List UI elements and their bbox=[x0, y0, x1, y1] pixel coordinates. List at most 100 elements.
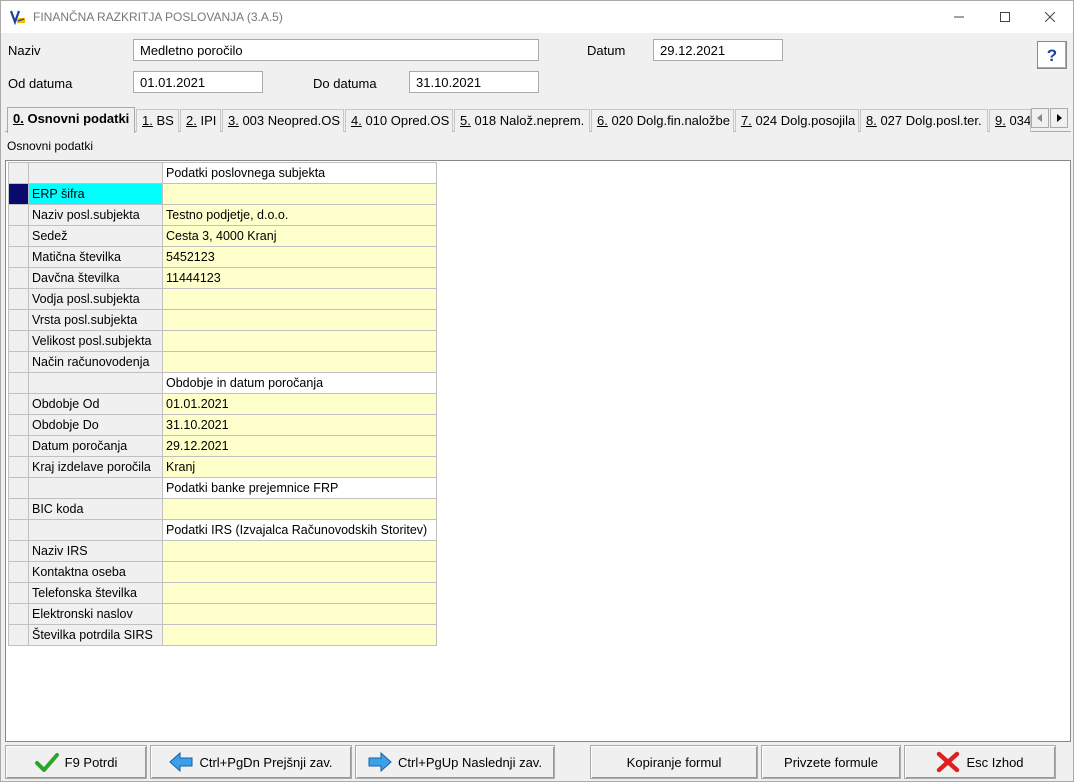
row-indicator[interactable] bbox=[8, 519, 29, 541]
grid-name-cell bbox=[28, 477, 163, 499]
main-window: FINANČNA RAZKRITJA POSLOVANJA (3.A.5) Na… bbox=[0, 0, 1074, 782]
default-formulas-label: Privzete formule bbox=[784, 754, 878, 770]
grid-name-cell: Vrsta posl.subjekta bbox=[28, 309, 163, 331]
row-indicator[interactable] bbox=[8, 456, 29, 478]
grid-name-cell: BIC koda bbox=[28, 498, 163, 520]
grid-value-cell[interactable] bbox=[162, 330, 437, 352]
grid-row: Elektronski naslov bbox=[8, 603, 437, 625]
grid-row: Obdobje Od 01.01.2021 bbox=[8, 393, 437, 415]
row-indicator[interactable] bbox=[8, 183, 29, 205]
grid-row: Telefonska številka bbox=[8, 582, 437, 604]
tab-ipi[interactable]: 2. IPI bbox=[180, 109, 221, 132]
tab-scroll-right-button[interactable] bbox=[1050, 108, 1068, 128]
arrow-right-icon bbox=[1057, 114, 1062, 122]
close-button[interactable] bbox=[1027, 1, 1073, 33]
grid-value-cell[interactable]: Testno podjetje, d.o.o. bbox=[162, 204, 437, 226]
row-indicator[interactable] bbox=[8, 372, 29, 394]
default-formulas-button[interactable]: Privzete formule bbox=[761, 745, 901, 779]
grid-value-cell[interactable] bbox=[162, 183, 437, 205]
row-indicator[interactable] bbox=[8, 225, 29, 247]
grid-value-cell[interactable] bbox=[162, 603, 437, 625]
row-indicator[interactable] bbox=[8, 330, 29, 352]
row-indicator[interactable] bbox=[8, 624, 29, 646]
row-indicator[interactable] bbox=[8, 603, 29, 625]
help-button[interactable]: ? bbox=[1037, 41, 1067, 69]
copy-formulas-button[interactable]: Kopiranje formul bbox=[590, 745, 758, 779]
data-grid-pane: Podatki poslovnega subjekta ERP šifra Naz… bbox=[5, 160, 1071, 742]
next-record-button[interactable]: Ctrl+PgUp Naslednji zav. bbox=[355, 745, 555, 779]
grid-value-cell[interactable]: 01.01.2021 bbox=[162, 393, 437, 415]
grid-header-cell: Podatki poslovnega subjekta bbox=[162, 162, 437, 184]
row-indicator[interactable] bbox=[8, 204, 29, 226]
naziv-label: Naziv bbox=[8, 43, 41, 58]
tab-003-neopred-os[interactable]: 3. 003 Neopred.OS bbox=[222, 109, 344, 132]
minimize-icon bbox=[954, 16, 964, 18]
row-indicator[interactable] bbox=[8, 288, 29, 310]
grid-value-cell[interactable] bbox=[162, 309, 437, 331]
row-indicator[interactable] bbox=[8, 246, 29, 268]
copy-formulas-label: Kopiranje formul bbox=[626, 754, 722, 770]
grid-value-cell[interactable]: 5452123 bbox=[162, 246, 437, 268]
datum-field[interactable]: 29.12.2021 bbox=[653, 39, 783, 61]
section-caption: Osnovni podatki bbox=[7, 139, 94, 153]
grid-value-cell[interactable] bbox=[162, 624, 437, 646]
grid-value-cell[interactable]: Kranj bbox=[162, 456, 437, 478]
exit-button[interactable]: Esc Izhod bbox=[904, 745, 1056, 779]
grid-value-cell[interactable]: Cesta 3, 4000 Kranj bbox=[162, 225, 437, 247]
grid-value-cell[interactable]: 29.12.2021 bbox=[162, 435, 437, 457]
naziv-field[interactable]: Medletno poročilo bbox=[133, 39, 539, 61]
grid-row: Vrsta posl.subjekta bbox=[8, 309, 437, 331]
do-datuma-label: Do datuma bbox=[313, 76, 377, 91]
grid-value-cell[interactable] bbox=[162, 561, 437, 583]
confirm-button[interactable]: F9 Potrdi bbox=[5, 745, 147, 779]
row-indicator[interactable] bbox=[8, 414, 29, 436]
grid-value-cell[interactable]: 11444123 bbox=[162, 267, 437, 289]
grid-name-cell: Naziv IRS bbox=[28, 540, 163, 562]
tab-018-naloz-neprem[interactable]: 5. 018 Nalož.neprem. bbox=[454, 109, 590, 132]
row-indicator[interactable] bbox=[8, 540, 29, 562]
grid-row: Davčna številka 11444123 bbox=[8, 267, 437, 289]
grid-row: Naziv IRS bbox=[8, 540, 437, 562]
tab-034[interactable]: 9. 034 bbox=[989, 109, 1031, 132]
row-indicator[interactable] bbox=[8, 351, 29, 373]
tab-strip: 0. Osnovni podatki 1. BS 2. IPI 3. 003 N… bbox=[5, 107, 1071, 133]
od-datuma-field[interactable]: 01.01.2021 bbox=[133, 71, 263, 93]
grid-value-cell[interactable] bbox=[162, 540, 437, 562]
tab-024-dolg-posojila[interactable]: 7. 024 Dolg.posojila bbox=[735, 109, 859, 132]
tab-010-opred-os[interactable]: 4. 010 Opred.OS bbox=[345, 109, 453, 132]
title-bar: FINANČNA RAZKRITJA POSLOVANJA (3.A.5) bbox=[1, 1, 1073, 33]
row-indicator[interactable] bbox=[8, 477, 29, 499]
do-datuma-field[interactable]: 31.10.2021 bbox=[409, 71, 539, 93]
arrow-left-icon bbox=[169, 752, 193, 772]
previous-record-button[interactable]: Ctrl+PgDn Prejšnji zav. bbox=[150, 745, 352, 779]
tab-osnovni-podatki[interactable]: 0. Osnovni podatki bbox=[7, 107, 135, 133]
grid-value-cell[interactable] bbox=[162, 498, 437, 520]
help-icon: ? bbox=[1047, 46, 1057, 65]
grid-name-cell: Kraj izdelave poročila bbox=[28, 456, 163, 478]
row-indicator[interactable] bbox=[8, 435, 29, 457]
tab-scroll-left-button[interactable] bbox=[1031, 108, 1049, 128]
maximize-button[interactable] bbox=[982, 1, 1028, 33]
row-indicator[interactable] bbox=[8, 582, 29, 604]
svg-text:?: ? bbox=[1047, 46, 1057, 65]
grid-row: Velikost posl.subjekta bbox=[8, 330, 437, 352]
tab-027-dolg-posl-ter[interactable]: 8. 027 Dolg.posl.ter. bbox=[860, 109, 988, 132]
grid-name-cell: Velikost posl.subjekta bbox=[28, 330, 163, 352]
grid-row: Obdobje Do 31.10.2021 bbox=[8, 414, 437, 436]
grid-value-cell[interactable] bbox=[162, 288, 437, 310]
grid-row: BIC koda bbox=[8, 498, 437, 520]
row-indicator[interactable] bbox=[8, 393, 29, 415]
grid-value-cell[interactable]: 31.10.2021 bbox=[162, 414, 437, 436]
grid-value-cell[interactable] bbox=[162, 351, 437, 373]
row-indicator[interactable] bbox=[8, 498, 29, 520]
row-indicator[interactable] bbox=[8, 561, 29, 583]
row-indicator[interactable] bbox=[8, 309, 29, 331]
grid-name-cell: Način računovodenja bbox=[28, 351, 163, 373]
grid-row: Naziv posl.subjekta Testno podjetje, d.o.… bbox=[8, 204, 437, 226]
row-indicator[interactable] bbox=[8, 267, 29, 289]
tab-020-dolg-fin-nalozbe[interactable]: 6. 020 Dolg.fin.naložbe bbox=[591, 109, 734, 132]
tab-bs[interactable]: 1. BS bbox=[136, 109, 179, 132]
minimize-button[interactable] bbox=[936, 1, 982, 33]
previous-record-label: Ctrl+PgDn Prejšnji zav. bbox=[199, 754, 333, 770]
grid-value-cell[interactable] bbox=[162, 582, 437, 604]
